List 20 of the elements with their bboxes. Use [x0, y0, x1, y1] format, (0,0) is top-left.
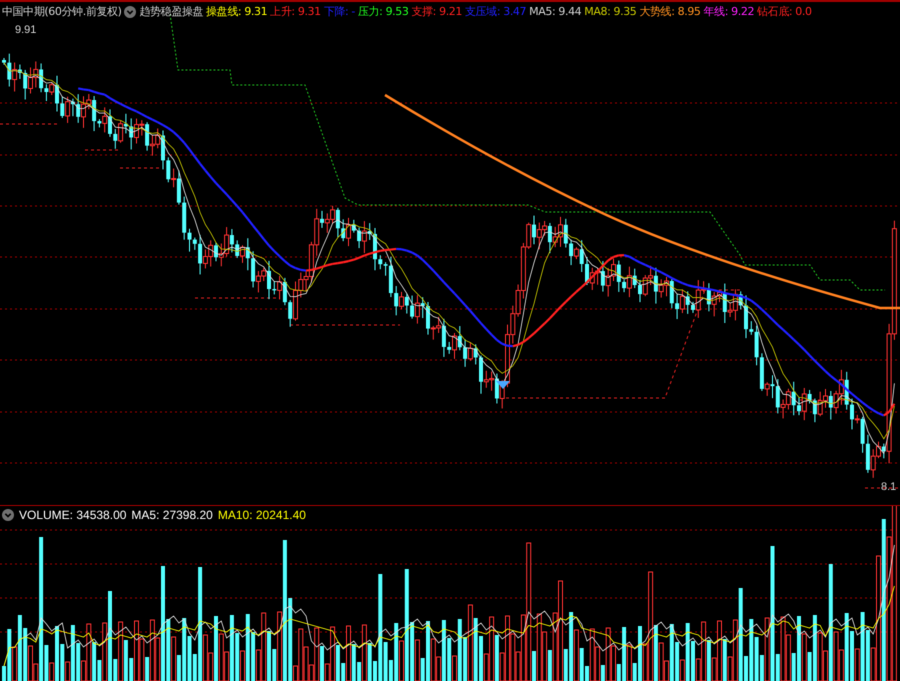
legend-item: 上升: 9.31 [270, 4, 321, 20]
chevron-circle-icon[interactable] [124, 6, 136, 18]
legend-item: MA8: 9.35 [584, 4, 636, 20]
volume-legend-item: MA10: 20241.40 [218, 507, 306, 524]
chevron-circle-icon[interactable] [2, 509, 14, 521]
legend-item: 大势线: 8.95 [639, 4, 701, 20]
legend-item: 钻石底: 0.0 [757, 4, 812, 20]
volume-legend-item: MA5: 27398.20 [131, 507, 213, 524]
legend-item: 支压域: 3.47 [465, 4, 526, 20]
low-price-label: 8.1 [881, 480, 896, 495]
indicator-name: 趋势稳盈操盘 [139, 4, 204, 20]
security-title: 中国中期(60分钟.前复权) [2, 4, 122, 20]
legend-item: MA5: 9.44 [529, 4, 582, 20]
legend-item: 支撑: 9.21 [411, 4, 462, 20]
legend-item: 下降: - [324, 4, 355, 20]
legend-item: 压力: 9.53 [358, 4, 408, 20]
legend-item: 年线: 9.22 [704, 4, 754, 20]
high-price-label: 9.91 [15, 23, 36, 38]
volume-legend-item: VOLUME: 34538.00 [19, 507, 126, 524]
legend-item: 操盘线: 9.31 [206, 4, 268, 20]
